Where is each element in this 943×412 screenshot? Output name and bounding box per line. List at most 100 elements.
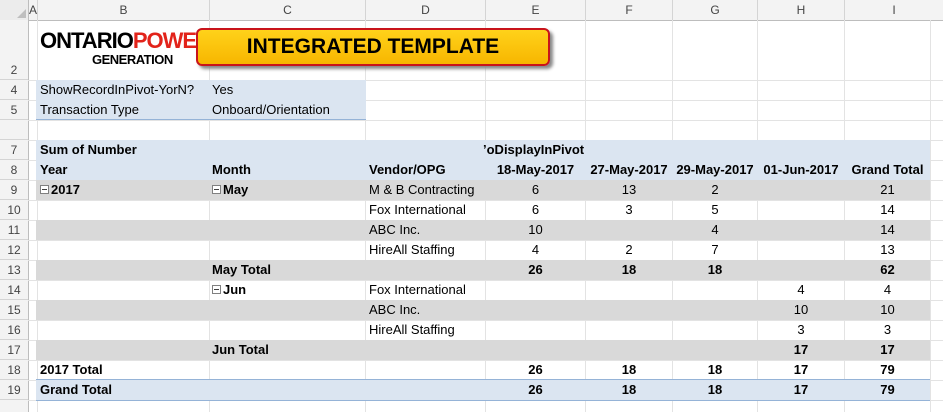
pivot-year-total-total[interactable]: 79	[845, 360, 930, 380]
pivot-value[interactable]: 4	[673, 220, 757, 240]
pivot-header-month[interactable]: Month	[212, 160, 251, 180]
pivot-value[interactable]: 13	[586, 180, 672, 200]
row-header-16[interactable]: 16	[0, 320, 28, 340]
pivot-grand-total-value[interactable]: 18	[673, 380, 757, 400]
pivot-value[interactable]	[758, 220, 844, 240]
row-header-5[interactable]: 5	[0, 100, 28, 120]
row-header-2[interactable]: 2	[0, 20, 28, 80]
col-header-d[interactable]: D	[366, 0, 486, 20]
pivot-vendor[interactable]: HireAll Staffing	[369, 240, 455, 260]
row-header-7[interactable]: 7	[0, 140, 28, 160]
pivot-value[interactable]: 10	[758, 300, 844, 320]
collapse-icon[interactable]	[212, 285, 221, 295]
pivot-total[interactable]: 14	[845, 200, 930, 220]
pivot-subtotal-value[interactable]: 17	[758, 340, 844, 360]
col-header-a[interactable]: A	[29, 0, 38, 20]
pivot-total[interactable]: 21	[845, 180, 930, 200]
collapse-icon[interactable]	[40, 185, 49, 195]
pivot-vendor[interactable]: HireAll Staffing	[369, 320, 455, 340]
pivot-value[interactable]: 3	[586, 200, 672, 220]
pivot-value[interactable]	[586, 280, 672, 300]
pivot-year-total-label[interactable]: 2017 Total	[40, 360, 103, 380]
pivot-value[interactable]	[673, 280, 757, 300]
pivot-subtotal-value[interactable]	[486, 340, 585, 360]
pivot-total[interactable]: 13	[845, 240, 930, 260]
col-header-h[interactable]: H	[758, 0, 845, 20]
row-header-15[interactable]: 15	[0, 300, 28, 320]
pivot-header-year[interactable]: Year	[40, 160, 67, 180]
pivot-grand-total-value[interactable]: 18	[586, 380, 672, 400]
pivot-year-total-value[interactable]: 17	[758, 360, 844, 380]
pivot-subtotal-label[interactable]: May Total	[212, 260, 271, 280]
pivot-year-total-value[interactable]: 18	[673, 360, 757, 380]
row-header-19[interactable]: 19	[0, 380, 28, 400]
pivot-subtotal-value[interactable]: 26	[486, 260, 585, 280]
pivot-grand-total-value[interactable]: 26	[486, 380, 585, 400]
pivot-subtotal-label[interactable]: Jun Total	[212, 340, 269, 360]
pivot-value[interactable]	[486, 300, 585, 320]
pivot-value[interactable]: 6	[486, 200, 585, 220]
pivot-value[interactable]: 2	[586, 240, 672, 260]
row-header-18[interactable]: 18	[0, 360, 28, 380]
col-header-g[interactable]: G	[673, 0, 758, 20]
row-header-12[interactable]: 12	[0, 240, 28, 260]
pivot-value[interactable]	[486, 320, 585, 340]
pivot-value[interactable]	[586, 320, 672, 340]
pivot-vendor[interactable]: ABC Inc.	[369, 300, 420, 320]
pivot-year-2017[interactable]: 2017	[40, 180, 80, 200]
pivot-grand-total-total[interactable]: 79	[845, 380, 930, 400]
pivot-total[interactable]: 3	[845, 320, 930, 340]
pivot-year-total-value[interactable]: 18	[586, 360, 672, 380]
row-header-13[interactable]: 13	[0, 260, 28, 280]
pivot-value[interactable]	[586, 300, 672, 320]
row-header-4[interactable]: 4	[0, 80, 28, 100]
row-header-11[interactable]: 11	[0, 220, 28, 240]
filter-value-showrecord[interactable]: Yes	[212, 80, 233, 100]
pivot-value[interactable]: 3	[758, 320, 844, 340]
pivot-vendor[interactable]: Fox International	[369, 200, 466, 220]
select-all-corner[interactable]	[0, 0, 29, 20]
filter-value-transaction-type[interactable]: Onboard/Orientation	[212, 100, 330, 120]
row-header-10[interactable]: 10	[0, 200, 28, 220]
row-header-8[interactable]: 8	[0, 160, 28, 180]
pivot-header-vendor[interactable]: Vendor/OPG	[369, 160, 446, 180]
pivot-value[interactable]	[673, 320, 757, 340]
col-header-c[interactable]: C	[210, 0, 366, 20]
pivot-total[interactable]: 4	[845, 280, 930, 300]
pivot-vendor[interactable]: M & B Contracting	[369, 180, 475, 200]
pivot-value[interactable]	[758, 180, 844, 200]
row-header-17[interactable]: 17	[0, 340, 28, 360]
col-header-f[interactable]: F	[586, 0, 673, 20]
col-header-b[interactable]: B	[38, 0, 210, 20]
pivot-column-field[interactable]: ’oDisplayInPivot	[483, 140, 584, 160]
pivot-subtotal-total[interactable]: 17	[845, 340, 930, 360]
pivot-grand-total-label[interactable]: Grand Total	[40, 380, 112, 400]
pivot-subtotal-value[interactable]	[586, 340, 672, 360]
pivot-value[interactable]: 4	[758, 280, 844, 300]
pivot-month-jun[interactable]: Jun	[212, 280, 246, 300]
pivot-subtotal-value[interactable]: 18	[586, 260, 672, 280]
pivot-value[interactable]	[673, 300, 757, 320]
pivot-value[interactable]	[758, 200, 844, 220]
pivot-value[interactable]: 2	[673, 180, 757, 200]
pivot-value[interactable]	[758, 240, 844, 260]
pivot-month-may[interactable]: May	[212, 180, 248, 200]
pivot-total[interactable]: 14	[845, 220, 930, 240]
pivot-subtotal-total[interactable]: 62	[845, 260, 930, 280]
pivot-value[interactable]: 5	[673, 200, 757, 220]
pivot-total[interactable]: 10	[845, 300, 930, 320]
integrated-template-button[interactable]: INTEGRATED TEMPLATE	[196, 28, 550, 66]
pivot-value[interactable]	[486, 280, 585, 300]
row-header-9[interactable]: 9	[0, 180, 28, 200]
pivot-value[interactable]: 6	[486, 180, 585, 200]
pivot-value[interactable]	[586, 220, 672, 240]
col-header-e[interactable]: E	[486, 0, 586, 20]
pivot-subtotal-value[interactable]: 18	[673, 260, 757, 280]
col-header-i[interactable]: I	[845, 0, 943, 20]
pivot-year-total-value[interactable]: 26	[486, 360, 585, 380]
pivot-subtotal-value[interactable]	[673, 340, 757, 360]
pivot-vendor[interactable]: Fox International	[369, 280, 466, 300]
collapse-icon[interactable]	[212, 185, 221, 195]
pivot-value[interactable]: 10	[486, 220, 585, 240]
pivot-value[interactable]: 7	[673, 240, 757, 260]
